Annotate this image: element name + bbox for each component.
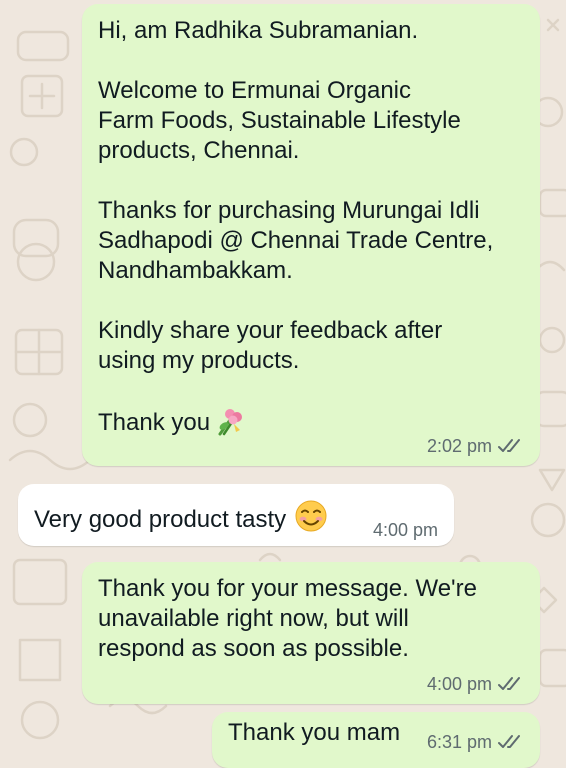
bouquet-emoji-icon (212, 406, 246, 444)
message-time: 4:00 pm (372, 520, 438, 540)
message-body: Hi, am Radhika Subramanian. Welcome to E… (98, 17, 494, 436)
message-text: Thank you mam (228, 719, 401, 746)
message-meta: 4:00 pm (427, 674, 524, 694)
incoming-message-bubble[interactable]: Very good product tasty 4:00 pm (18, 484, 454, 546)
double-check-icon (498, 734, 524, 750)
smiling-face-blushing-emoji-icon (294, 499, 328, 541)
message-time: 2:02 pm (426, 436, 492, 456)
message-text: Thank you for your message. We're unavai… (98, 575, 477, 662)
message-time: 4:00 pm (426, 674, 492, 694)
message-meta: 4:00 pm (373, 520, 438, 540)
message-text: Hi, am Radhika Subramanian. Welcome to E… (98, 16, 493, 444)
outgoing-message-bubble[interactable]: Hi, am Radhika Subramanian. Welcome to E… (82, 4, 540, 466)
message-text: Very good product tasty (34, 499, 328, 541)
message-time: 6:31 pm (426, 732, 492, 752)
double-check-icon (498, 438, 524, 454)
message-meta: 6:31 pm (427, 732, 524, 752)
message-body: Very good product tasty (34, 506, 287, 533)
double-check-icon (498, 676, 524, 692)
outgoing-message-bubble[interactable]: Thank you mam 6:31 pm (212, 712, 540, 768)
outgoing-message-bubble[interactable]: Thank you for your message. We're unavai… (82, 562, 540, 704)
message-meta: 2:02 pm (427, 436, 524, 456)
